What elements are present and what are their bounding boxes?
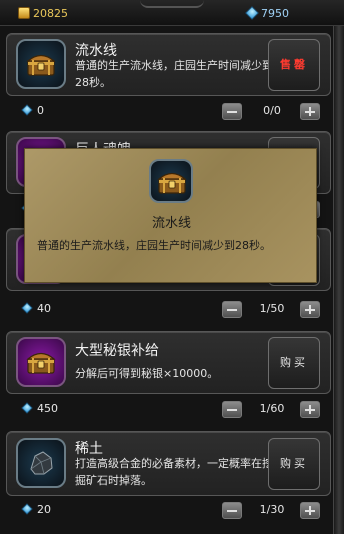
price-value: 0 [37,104,44,117]
gem-icon [245,6,259,20]
gold-balance: 20825 [18,6,68,22]
gem-icon [21,302,33,314]
top-ornament [140,0,204,8]
ore-rock-icon [25,447,57,479]
buy-button[interactable]: 购买 [268,438,320,490]
treasure-chest-icon [25,48,57,80]
item-price: 0 [21,104,44,117]
item-icon-frame [16,438,66,488]
item-tooltip: 流水线 普通的生产流水线，庄园生产时间减少到28秒。 [24,148,317,283]
gem-icon [21,503,33,515]
increase-button[interactable] [300,401,320,418]
price-value: 40 [37,302,51,315]
quantity-count: 0/0 [263,104,281,117]
gem-amount: 7950 [261,7,289,20]
gold-coin-icon [18,7,30,19]
increase-button[interactable] [300,103,320,120]
quantity-row: 450 1/60 [0,399,344,421]
tooltip-icon-frame [149,159,193,203]
tooltip-title: 流水线 [151,216,191,231]
decrease-button[interactable] [222,401,242,418]
currency-bar: 20825 7950 [0,0,344,26]
price-value: 20 [37,503,51,516]
sold-out-button[interactable]: 售罄 [268,39,320,91]
gem-balance: 7950 [245,6,289,22]
decrease-button[interactable] [222,301,242,318]
tooltip-description: 普通的生产流水线，庄园生产时间减少到28秒。 [37,239,271,252]
quantity-row: 20 1/30 [0,500,344,522]
decrease-button[interactable] [222,502,242,519]
price-value: 450 [37,402,58,415]
shop-item-card: 稀土 打造高级合金的必备素材，一定概率在挖掘矿石时掉落。 购买 [6,431,331,496]
item-price: 20 [21,503,51,516]
quantity-row: 40 1/50 [0,299,344,321]
gold-amount: 20825 [33,7,68,20]
item-icon-frame [16,39,66,89]
item-title: 大型秘银补给 [75,343,159,359]
item-icon-frame [16,337,66,387]
item-price: 450 [21,402,58,415]
increase-button[interactable] [300,301,320,318]
shop-item-card: 流水线 普通的生产流水线，庄园生产时间减少到28秒。 售罄 [6,33,331,96]
decrease-button[interactable] [222,103,242,120]
item-description: 分解后可得到秘银×10000。 [75,367,219,380]
gem-icon [21,402,33,414]
quantity-count: 1/50 [259,302,285,315]
item-description: 打造高级合金的必备素材，一定概率在挖掘矿石时掉落。 [75,457,273,487]
item-price: 40 [21,302,51,315]
treasure-chest-icon [156,166,188,198]
gem-icon [21,104,33,116]
increase-button[interactable] [300,502,320,519]
item-description: 普通的生产流水线，庄园生产时间减少到28秒。 [75,59,273,89]
quantity-count: 1/60 [259,402,285,415]
buy-button[interactable]: 购买 [268,337,320,389]
quantity-row: 0 0/0 [0,101,344,123]
shop-item-card: 大型秘银补给 分解后可得到秘银×10000。 购买 [6,331,331,394]
quantity-count: 1/30 [259,503,285,516]
treasure-chest-icon [25,346,57,378]
